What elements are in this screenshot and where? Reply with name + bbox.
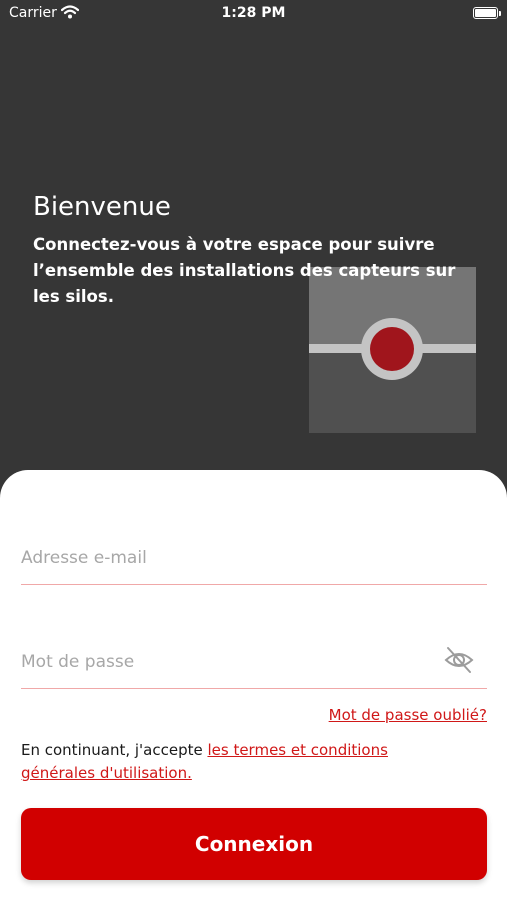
email-field[interactable] [21, 534, 487, 585]
welcome-title: Bienvenue [33, 192, 171, 222]
battery-icon [473, 7, 501, 19]
login-sheet: Mot de passe oublié? En continuant, j'ac… [0, 470, 507, 900]
forgot-password-link[interactable]: Mot de passe oublié? [329, 706, 487, 724]
eye-off-icon[interactable] [443, 644, 475, 676]
terms-prefix: En continuant, j'accepte [21, 741, 208, 759]
welcome-description: Connectez-vous à votre espace pour suivr… [33, 235, 456, 306]
login-button[interactable]: Connexion [21, 808, 487, 880]
email-input[interactable] [21, 534, 431, 582]
password-field[interactable] [21, 638, 487, 689]
clock: 1:28 PM [221, 5, 286, 21]
terms-notice: En continuant, j'accepte les termes et c… [21, 739, 461, 785]
password-input[interactable] [21, 638, 431, 686]
status-bar: Carrier 1:28 PM [0, 0, 507, 28]
